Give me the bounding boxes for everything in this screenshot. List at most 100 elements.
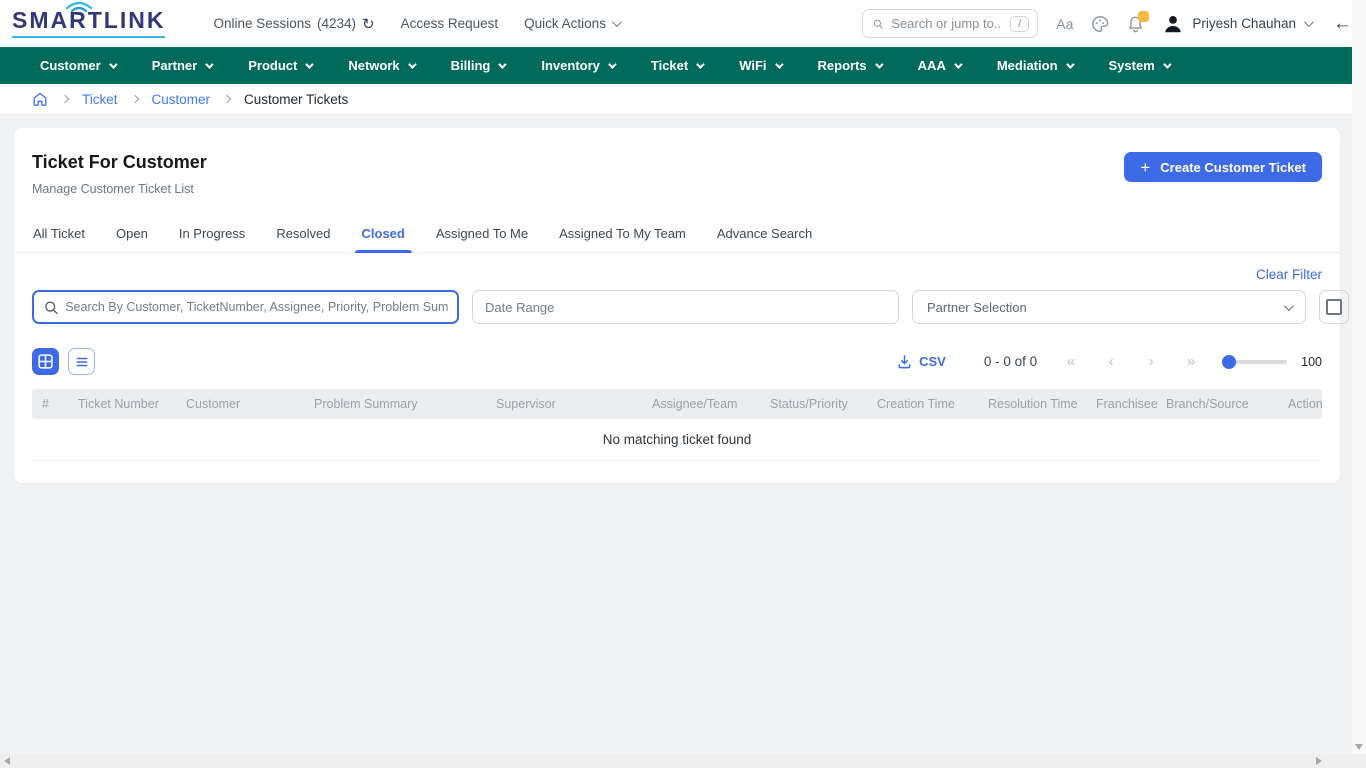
- nav-inventory[interactable]: Inventory: [541, 58, 614, 73]
- scroll-down-arrow-icon[interactable]: [1355, 744, 1363, 750]
- nav-product[interactable]: Product: [248, 58, 311, 73]
- tab-open[interactable]: Open: [115, 218, 149, 252]
- slash-shortcut-badge: /: [1010, 16, 1029, 32]
- table-toolbar: CSV 0 - 0 of 0 « ‹ › » 100: [14, 324, 1340, 375]
- clear-filter-link[interactable]: Clear Filter: [1256, 267, 1322, 282]
- chevron-down-icon: [306, 60, 314, 68]
- chevron-down-icon: [499, 60, 507, 68]
- col-ticket-number: Ticket Number: [78, 397, 186, 411]
- search-icon: [44, 300, 58, 315]
- nav-wifi[interactable]: WiFi: [739, 58, 780, 73]
- online-sessions-count: (4234): [317, 16, 356, 31]
- chevron-down-icon: [875, 60, 883, 68]
- quick-actions-menu[interactable]: Quick Actions: [524, 16, 619, 31]
- nav-reports[interactable]: Reports: [818, 58, 881, 73]
- tab-assigned-to-me[interactable]: Assigned To Me: [435, 218, 529, 252]
- breadcrumb-customer[interactable]: Customer: [152, 92, 211, 107]
- list-view-button[interactable]: [68, 348, 95, 375]
- user-menu[interactable]: Priyesh Chauhan: [1162, 13, 1311, 35]
- main-navbar: Customer Partner Product Network Billing…: [0, 47, 1366, 84]
- home-icon[interactable]: [32, 91, 48, 107]
- online-sessions[interactable]: Online Sessions (4234) ↻: [213, 15, 374, 33]
- tab-resolved[interactable]: Resolved: [275, 218, 331, 252]
- tab-closed[interactable]: Closed: [361, 218, 406, 252]
- user-name: Priyesh Chauhan: [1192, 16, 1296, 31]
- breadcrumb-separator-icon: [130, 95, 138, 103]
- smartlink-logo[interactable]: SMARTLINK: [12, 9, 165, 38]
- export-csv-button[interactable]: CSV: [897, 354, 946, 369]
- checkbox-icon: [1326, 299, 1342, 315]
- breadcrumb-current: Customer Tickets: [244, 92, 348, 107]
- grid-view-icon: [38, 354, 53, 369]
- horizontal-scrollbar[interactable]: [0, 754, 1366, 768]
- chevron-down-icon: [1163, 60, 1171, 68]
- chevron-down-icon: [1284, 301, 1294, 311]
- chevron-down-icon: [1066, 60, 1074, 68]
- ticket-search-input[interactable]: [65, 300, 449, 314]
- nav-mediation[interactable]: Mediation: [997, 58, 1072, 73]
- nav-partner[interactable]: Partner: [152, 58, 212, 73]
- font-size-toggle[interactable]: Aa: [1056, 16, 1073, 32]
- table-header-row: # Ticket Number Customer Problem Summary…: [32, 389, 1322, 419]
- create-customer-ticket-button[interactable]: + Create Customer Ticket: [1124, 152, 1322, 182]
- nav-network[interactable]: Network: [348, 58, 413, 73]
- partner-filter-checkbox[interactable]: [1319, 290, 1349, 324]
- last-page-button[interactable]: »: [1171, 353, 1211, 370]
- grid-view-button[interactable]: [32, 348, 59, 375]
- chevron-down-icon: [696, 60, 704, 68]
- date-range-input[interactable]: [472, 290, 899, 324]
- chevron-down-icon: [205, 60, 213, 68]
- online-sessions-label: Online Sessions: [213, 16, 311, 31]
- col-creation-time: Creation Time: [877, 397, 988, 411]
- scroll-left-arrow-icon[interactable]: [4, 757, 10, 765]
- chevron-down-icon: [608, 60, 616, 68]
- tab-advance-search[interactable]: Advance Search: [716, 218, 813, 252]
- access-request-link[interactable]: Access Request: [401, 16, 499, 31]
- nav-ticket[interactable]: Ticket: [651, 58, 702, 73]
- theme-palette-icon[interactable]: [1091, 15, 1109, 33]
- first-page-button[interactable]: «: [1051, 353, 1091, 370]
- col-action: Action: [1288, 397, 1322, 411]
- collapse-header-arrow[interactable]: ←: [1333, 13, 1352, 35]
- plus-icon: +: [1140, 159, 1150, 176]
- breadcrumb-ticket[interactable]: Ticket: [82, 92, 118, 107]
- page-size-slider[interactable]: 100: [1223, 355, 1322, 369]
- ticket-tabs: All Ticket Open In Progress Resolved Clo…: [14, 218, 1340, 253]
- breadcrumb-separator-icon: [61, 95, 69, 103]
- refresh-icon[interactable]: ↻: [362, 15, 375, 33]
- chevron-down-icon: [612, 17, 622, 27]
- nav-aaa[interactable]: AAA: [918, 58, 960, 73]
- nav-billing[interactable]: Billing: [451, 58, 505, 73]
- col-customer: Customer: [186, 397, 314, 411]
- chevron-down-icon: [775, 60, 783, 68]
- prev-page-button[interactable]: ‹: [1091, 353, 1131, 370]
- col-supervisor: Supervisor: [496, 397, 652, 411]
- search-icon: [873, 17, 883, 31]
- next-page-button[interactable]: ›: [1131, 353, 1171, 370]
- global-search[interactable]: /: [862, 9, 1038, 38]
- tab-assigned-to-my-team[interactable]: Assigned To My Team: [558, 218, 687, 252]
- partner-selection-dropdown[interactable]: Partner Selection: [912, 290, 1306, 324]
- nav-system[interactable]: System: [1109, 58, 1169, 73]
- ticket-list-card: Ticket For Customer Manage Customer Tick…: [14, 128, 1340, 483]
- scroll-right-arrow-icon[interactable]: [1316, 757, 1322, 765]
- page-size-value: 100: [1301, 355, 1322, 369]
- vertical-scrollbar[interactable]: [1352, 0, 1366, 754]
- slider-track[interactable]: [1223, 360, 1287, 364]
- tab-all-ticket[interactable]: All Ticket: [32, 218, 86, 252]
- tab-in-progress[interactable]: In Progress: [178, 218, 246, 252]
- breadcrumb: Ticket Customer Customer Tickets: [0, 84, 1366, 115]
- ticket-search-field[interactable]: [32, 290, 459, 324]
- notification-badge: [1138, 11, 1149, 22]
- notifications-bell-icon[interactable]: [1127, 15, 1144, 33]
- col-status-priority: Status/Priority: [770, 397, 877, 411]
- page-title: Ticket For Customer: [32, 152, 207, 173]
- chevron-down-icon: [1304, 17, 1314, 27]
- slider-knob[interactable]: [1222, 355, 1236, 369]
- filter-row: Partner Selection: [14, 282, 1340, 324]
- col-branch-source: Branch/Source: [1166, 397, 1288, 411]
- wifi-icon: [64, 0, 94, 15]
- global-search-input[interactable]: [891, 16, 1002, 31]
- page-subtitle: Manage Customer Ticket List: [32, 182, 207, 196]
- nav-customer[interactable]: Customer: [40, 58, 115, 73]
